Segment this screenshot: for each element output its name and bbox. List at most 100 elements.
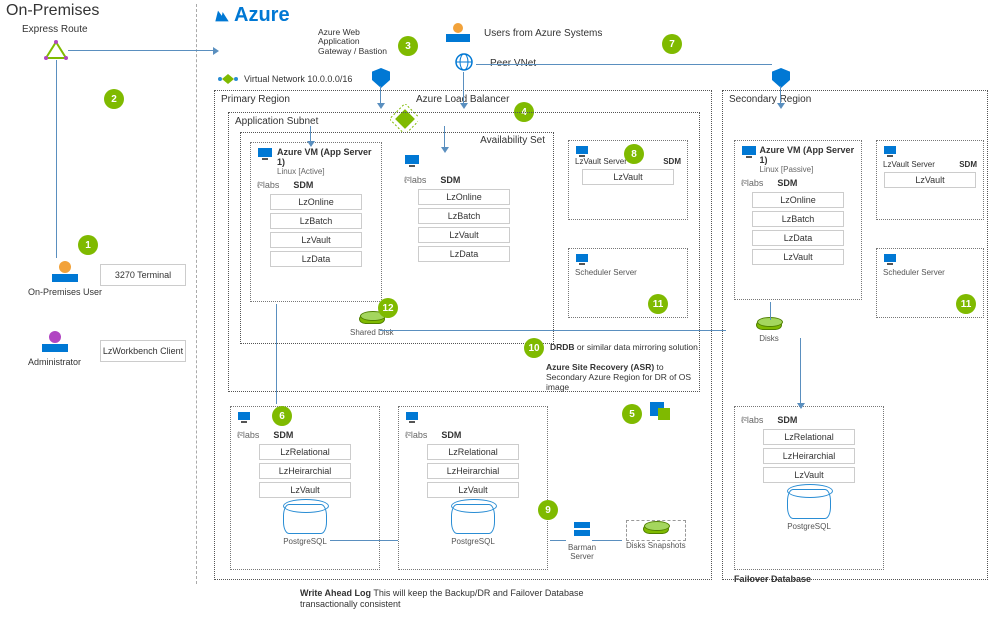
users-label: Users from Azure Systems xyxy=(484,28,602,39)
line-pg1-pg2 xyxy=(330,540,398,541)
badge-6: 6 xyxy=(272,406,292,426)
admin: Administrator xyxy=(28,328,81,367)
sec-vm-mod-0: LzOnline xyxy=(752,192,844,208)
monitor-icon xyxy=(741,145,756,159)
monitor-icon xyxy=(405,411,419,423)
lzvault-mod: LzVault xyxy=(582,169,674,185)
db2-label: PostgreSQL xyxy=(405,537,541,546)
line-onprem-v xyxy=(56,60,57,258)
users-icon xyxy=(444,20,472,47)
sec-db-label: PostgreSQL xyxy=(741,522,877,531)
asr-icon xyxy=(648,400,672,425)
secondary-region-label: Secondary Region xyxy=(729,94,811,105)
vm1-mod-1: LzBatch xyxy=(270,213,362,229)
workbench-box: LzWorkbench Client xyxy=(100,340,186,362)
drdb-note: DRDBDRDB or similar data mirroring solut… xyxy=(550,342,698,352)
sec-db-mod-1: LzHeirarchial xyxy=(763,448,855,464)
line-lb-vm2 xyxy=(444,126,445,148)
snapshots: Disks Snapshots xyxy=(626,520,686,550)
vm1-title: Azure VM (App Server 1) xyxy=(277,147,375,167)
vnet-label: Virtual Network 10.0.0.0/16 xyxy=(244,74,352,84)
monitor-icon xyxy=(237,411,251,423)
disk-icon xyxy=(756,320,782,330)
vm1-mod-2: LzVault xyxy=(270,232,362,248)
lzvault-sdm: SDM xyxy=(663,157,681,166)
footer-note: Write Ahead Log This will keep the Backu… xyxy=(300,588,600,610)
sec-vm-sdm: SDM xyxy=(777,178,797,188)
express-route-label: Express Route xyxy=(22,24,88,35)
vnet-icon xyxy=(218,72,238,86)
db1-sdm: SDM xyxy=(273,430,293,440)
disk-icon xyxy=(643,524,669,534)
vm2-mod-3: LzData xyxy=(418,246,510,262)
line-internet-lb xyxy=(463,72,464,104)
sec-db-mod-0: LzRelational xyxy=(763,429,855,445)
asr-note: Azure Site Recovery (ASR) to Secondary A… xyxy=(546,362,706,393)
monitor-icon xyxy=(883,145,897,157)
line-sec-vm-disk xyxy=(770,302,771,320)
primary-region-label: Primary Region xyxy=(221,94,290,105)
vm2-box: ℓ²labsSDM LzOnline LzBatch LzVault LzDat… xyxy=(398,150,530,300)
badge-2: 2 xyxy=(104,89,124,109)
lzvault-server-label: LzVault Server xyxy=(575,157,627,166)
line-gw-lb xyxy=(380,86,381,104)
sec-vm-mod-3: LzVault xyxy=(752,249,844,265)
db2-mod-1: LzHeirarchial xyxy=(427,463,519,479)
sec-db-sdm: SDM xyxy=(777,415,797,425)
vm2-mod-0: LzOnline xyxy=(418,189,510,205)
badge-1: 1 xyxy=(78,235,98,255)
sec-vm-box: Azure VM (App Server 1) Linux [Passive] … xyxy=(734,140,862,300)
vm2-mod-1: LzBatch xyxy=(418,208,510,224)
shield-icon-1 xyxy=(372,68,390,88)
terminal-box: 3270 Terminal xyxy=(100,264,186,286)
sec-disks: Disks xyxy=(756,320,782,344)
badge-12: 12 xyxy=(378,298,398,318)
region-separator xyxy=(196,4,197,584)
sec-lzvault-sdm: SDM xyxy=(959,160,977,169)
db1-label: PostgreSQL xyxy=(237,537,373,546)
server-icon xyxy=(572,520,592,540)
vm1-box: Azure VM (App Server 1) Linux [Active] ℓ… xyxy=(250,142,382,302)
app-subnet-label: Application Subnet xyxy=(235,116,318,127)
internet-icon xyxy=(454,52,474,75)
line-lb-vm1 xyxy=(310,126,311,142)
monitor-icon xyxy=(883,253,897,265)
sec-lzvault-box: LzVault Server SDM LzVault xyxy=(876,140,984,220)
snapshots-label: Disks Snapshots xyxy=(626,541,686,550)
db1-box: ℓ²labsSDM LzRelational LzHeirarchial LzV… xyxy=(230,406,380,570)
vm1-sub: Linux [Active] xyxy=(277,167,375,176)
sec-db-mod-2: LzVault xyxy=(763,467,855,483)
db1-mod-0: LzRelational xyxy=(259,444,351,460)
badge-7: 7 xyxy=(662,34,682,54)
line-drdb xyxy=(380,330,726,331)
sec-vm-mod-2: LzData xyxy=(752,230,844,246)
badge-5: 5 xyxy=(622,404,642,424)
vnet-row: Virtual Network 10.0.0.0/16 xyxy=(218,72,352,86)
badge-9: 9 xyxy=(538,500,558,520)
onprem-user: On-Premises User xyxy=(28,258,102,297)
vm1-mod-3: LzData xyxy=(270,251,362,267)
azure-logo-icon xyxy=(214,8,230,24)
barman-label: Barman Server xyxy=(568,543,596,561)
line-pg2-barman xyxy=(550,540,566,541)
db1-mod-2: LzVault xyxy=(259,482,351,498)
badge-11a: 11 xyxy=(648,294,668,314)
sec-vm-sub: Linux [Passive] xyxy=(760,165,855,174)
vm2-sdm: SDM xyxy=(440,175,460,185)
shield-icon-2 xyxy=(772,68,790,88)
line-sec-down xyxy=(780,86,781,104)
sec-lzvault-label: LzVault Server xyxy=(883,160,935,169)
line-barman-snap xyxy=(592,540,622,541)
db-icon xyxy=(451,504,495,534)
failover-label: Failover Database xyxy=(734,574,811,584)
db2-mod-2: LzVault xyxy=(427,482,519,498)
line-peer xyxy=(476,64,772,65)
monitor-icon xyxy=(404,154,420,171)
scheduler-label: Scheduler Server xyxy=(575,268,681,277)
scheduler-box: Scheduler Server xyxy=(568,248,688,318)
db1-mod-1: LzHeirarchial xyxy=(259,463,351,479)
vm1-mod-0: LzOnline xyxy=(270,194,362,210)
monitor-icon xyxy=(575,145,589,157)
sec-scheduler-label: Scheduler Server xyxy=(883,268,977,277)
azure-title: Azure xyxy=(214,4,290,27)
